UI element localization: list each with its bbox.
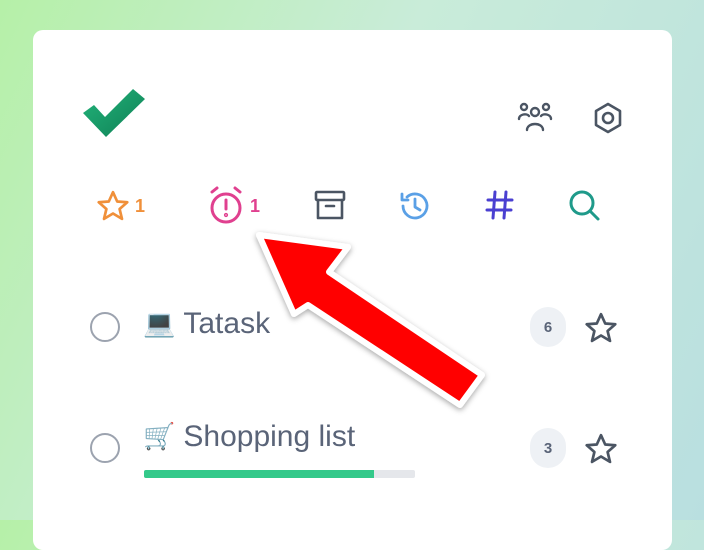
task-count-badge: 6	[530, 307, 566, 347]
archive-button[interactable]	[313, 188, 347, 222]
starred-count: 1	[135, 195, 146, 216]
list-title-text: Tatask	[183, 307, 271, 340]
reminders-filter-button[interactable]: 1	[206, 186, 260, 226]
list-progress-bar	[144, 470, 415, 478]
starred-filter-button[interactable]: 1	[95, 188, 145, 224]
history-icon	[400, 192, 429, 220]
history-button[interactable]	[397, 188, 433, 224]
tags-button[interactable]	[483, 188, 517, 222]
reminders-count: 1	[250, 195, 261, 216]
main-card: 1 1 💻 Tatask 6 🛒 Shopping list 3	[33, 30, 672, 550]
settings-hex-icon[interactable]	[588, 98, 628, 138]
alarm-clock-icon	[210, 186, 242, 224]
archive-box-icon	[314, 190, 346, 220]
hashtag-icon	[485, 190, 514, 220]
search-icon	[569, 190, 600, 221]
star-icon[interactable]	[583, 431, 619, 467]
complete-checkbox[interactable]	[90, 433, 120, 463]
list-progress-fill	[144, 470, 375, 478]
list-item[interactable]: 💻 Tatask 6	[33, 292, 672, 362]
list-title-text: Shopping list	[183, 420, 356, 453]
list-title[interactable]: 💻 Tatask	[143, 307, 270, 341]
search-button[interactable]	[567, 188, 603, 224]
complete-checkbox[interactable]	[90, 312, 120, 342]
list-title[interactable]: 🛒 Shopping list	[143, 420, 355, 454]
task-count-badge: 3	[530, 428, 566, 468]
laptop-emoji-icon: 💻	[143, 309, 176, 339]
star-icon	[97, 190, 129, 221]
shopping-cart-emoji-icon: 🛒	[143, 422, 176, 452]
app-logo-checkmark-icon	[83, 89, 145, 137]
star-icon[interactable]	[583, 310, 619, 346]
list-item[interactable]: 🛒 Shopping list 3	[33, 402, 672, 492]
people-icon[interactable]	[515, 98, 555, 138]
